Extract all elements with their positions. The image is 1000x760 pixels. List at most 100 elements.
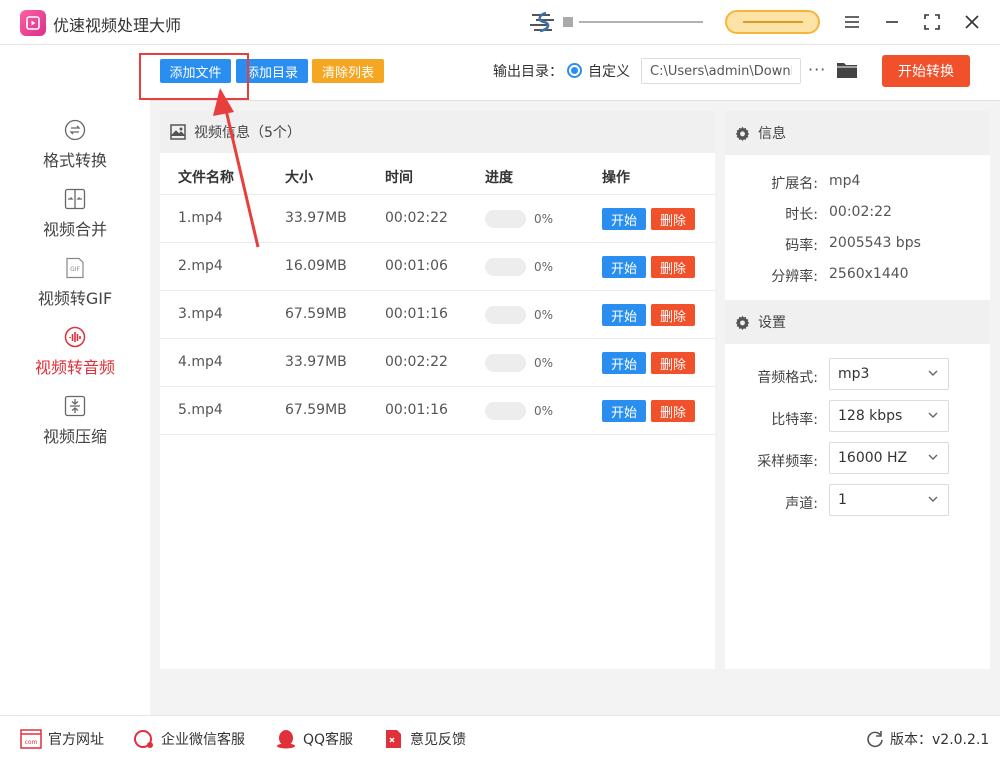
vip-badge[interactable] [725,10,820,34]
right-panel: 信息 [725,111,990,669]
menu-icon[interactable] [840,10,864,34]
table-row[interactable]: 1.mp4 33.97MB 00:02:22 0% 开始 删除 [160,195,715,243]
svg-text:GIF: GIF [70,266,80,273]
file-time: 00:02:22 [385,354,448,370]
column-header-name: 文件名称 [178,170,234,186]
image-icon [170,124,186,140]
file-time: 00:01:06 [385,258,448,274]
table-row[interactable]: 2.mp4 16.09MB 00:01:06 0% 开始 删除 [160,243,715,291]
open-folder-icon[interactable] [836,60,858,80]
delete-row-button[interactable]: 删除 [651,304,695,326]
start-row-button[interactable]: 开始 [602,208,646,230]
sidebar-item-format-convert[interactable]: 格式转换 [0,115,150,179]
sidebar-item-merge[interactable]: 视频合并 [0,184,150,248]
info-label-resolution: 分辨率: [771,269,818,285]
start-row-button[interactable]: 开始 [602,400,646,422]
refresh-icon [867,731,883,748]
progress-percent: 0% [534,356,554,370]
delete-row-button[interactable]: 删除 [651,256,695,278]
clear-list-button[interactable]: 清除列表 [312,59,384,83]
channels-select[interactable]: 1 [829,484,949,516]
qq-icon [277,730,295,749]
info-label-extension: 扩展名: [771,176,818,192]
app-logo-icon [20,10,46,36]
sidebar: 格式转换 视频合并 GIF 视频转GIF 视频转音频 视频压缩 [0,45,150,715]
file-name: 2.mp4 [178,258,223,274]
column-header-action: 操作 [602,170,630,186]
file-name: 1.mp4 [178,210,223,226]
browse-more-button[interactable]: ··· [808,60,826,79]
setting-label-channels: 声道: [785,496,818,512]
delete-row-button[interactable]: 删除 [651,208,695,230]
file-size: 67.59MB [285,402,347,418]
file-name: 4.mp4 [178,354,223,370]
delete-row-button[interactable]: 删除 [651,400,695,422]
progress-bar [485,402,526,420]
progress-percent: 0% [534,260,554,274]
annotation-highlight-box [139,53,249,100]
sidebar-item-label: 视频压缩 [42,427,107,446]
info-value-bitrate: 2005543 bps [829,235,921,251]
start-row-button[interactable]: 开始 [602,352,646,374]
audio-format-value: mp3 [838,366,870,382]
bitrate-select[interactable]: 128 kbps [829,400,949,432]
setting-label-sample-rate: 采样频率: [757,454,818,470]
website-label: 官方网址 [48,732,104,748]
delete-row-button[interactable]: 删除 [651,352,695,374]
chevron-down-icon [928,412,938,418]
minimize-icon[interactable] [880,10,904,34]
qq-support-link[interactable]: QQ客服 [275,729,353,749]
sidebar-item-label: 视频合并 [42,220,107,239]
table-row[interactable]: 3.mp4 67.59MB 00:01:16 0% 开始 删除 [160,291,715,339]
start-row-button[interactable]: 开始 [602,256,646,278]
audio-format-select[interactable]: mp3 [829,358,949,390]
start-row-button[interactable]: 开始 [602,304,646,326]
gear-icon [735,315,750,330]
info-panel-header: 信息 [725,111,990,155]
table-row[interactable]: 4.mp4 33.97MB 00:02:22 0% 开始 删除 [160,339,715,387]
file-time: 00:01:16 [385,402,448,418]
column-header-size: 大小 [285,170,313,186]
file-panel-header: 视频信息（5个） [160,111,715,153]
svg-text:com: com [25,739,38,746]
file-size: 67.59MB [285,306,347,322]
feedback-link[interactable]: 意见反馈 [382,729,466,749]
column-header-time: 时间 [385,170,413,186]
chevron-down-icon [928,454,938,460]
output-path-input[interactable] [641,58,801,84]
custom-output-radio[interactable] [567,63,582,78]
file-time: 00:01:16 [385,306,448,322]
file-size: 33.97MB [285,354,347,370]
setting-label-audio-format: 音频格式: [757,370,818,386]
info-value-duration: 00:02:22 [829,204,892,220]
start-convert-button[interactable]: 开始转换 [882,55,970,87]
version-info: 版本：v2.0.2.1 [866,729,989,749]
gear-icon [735,126,750,141]
close-icon[interactable] [960,10,984,34]
sample-rate-value: 16000 HZ [838,450,908,466]
wecom-support-link[interactable]: 企业微信客服 [133,729,245,749]
file-panel-title: 视频信息（5个） [194,125,301,141]
custom-output-label[interactable]: 自定义 [588,61,630,81]
file-size: 16.09MB [285,258,347,274]
table-row[interactable]: 5.mp4 67.59MB 00:01:16 0% 开始 删除 [160,387,715,435]
progress-bar [485,258,526,276]
chevron-down-icon [928,496,938,502]
wecom-label: 企业微信客服 [161,732,245,748]
progress-bar [485,354,526,372]
channels-value: 1 [838,492,847,508]
sample-rate-select[interactable]: 16000 HZ [829,442,949,474]
settings-panel-header: 设置 [725,300,990,344]
user-avatar-icon[interactable] [528,11,556,33]
format-convert-icon [64,119,86,141]
sidebar-item-compress[interactable]: 视频压缩 [0,391,150,455]
sidebar-item-gif[interactable]: GIF 视频转GIF [0,253,150,317]
website-icon: com [20,729,42,749]
maximize-icon[interactable] [920,10,944,34]
info-label-bitrate: 码率: [785,238,818,254]
website-link[interactable]: com 官方网址 [20,729,104,749]
sidebar-item-audio[interactable]: 视频转音频 [0,322,150,386]
merge-icon [64,188,86,210]
file-name: 3.mp4 [178,306,223,322]
gif-icon: GIF [66,257,84,279]
